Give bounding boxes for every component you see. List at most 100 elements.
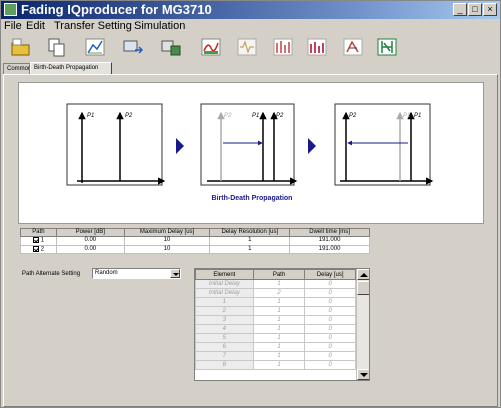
- path-icon[interactable]: [341, 36, 365, 58]
- path-cell[interactable]: 1: [252, 297, 306, 307]
- delay-cell[interactable]: 0: [304, 342, 356, 352]
- table-row[interactable]: 710: [195, 351, 356, 361]
- table-row[interactable]: 110: [195, 297, 356, 307]
- propagation-diagram: P1 P2 P2 P1 P2 P2 P1 P1 Birth-Death Prop…: [18, 82, 484, 224]
- open-folder-icon[interactable]: [9, 36, 33, 58]
- transfer-icon[interactable]: [121, 36, 145, 58]
- scroll-down-button[interactable]: [357, 369, 369, 380]
- element-cell[interactable]: Initial Delay: [195, 288, 254, 298]
- table-row[interactable]: 610: [195, 342, 356, 352]
- delay-cell[interactable]: 0: [304, 333, 356, 343]
- menu-edit[interactable]: Edit: [26, 19, 45, 33]
- menu-transfer-setting[interactable]: Transfer Setting: [54, 19, 132, 33]
- element-table-container: Element Path Delay [us] Initial Delay 1 0 I…: [194, 268, 370, 381]
- path-cell[interactable]: 1: [252, 351, 306, 361]
- path-table: Path Power [dB] Maximum Delay [us] Delay…: [20, 228, 370, 255]
- table-row[interactable]: 2 0.00 10 1 191.000: [20, 244, 370, 255]
- element-cell[interactable]: 1: [195, 297, 254, 307]
- propagation-diagram-graphic: P1 P2 P2 P1 P2 P2 P1 P1: [66, 103, 434, 186]
- p1-label: P1: [87, 113, 94, 119]
- table-row[interactable]: 410: [195, 324, 356, 334]
- table-row[interactable]: 310: [195, 315, 356, 325]
- path-alternate-label: Path Alternate Setting: [22, 271, 81, 277]
- path-cell[interactable]: 1: [252, 306, 306, 316]
- p1-label-panel2: P1: [252, 113, 259, 119]
- power-cell[interactable]: 0.00: [55, 236, 125, 246]
- col-max-delay: Maximum Delay [us]: [123, 228, 211, 237]
- chevron-down-icon[interactable]: [170, 269, 180, 278]
- col-power: Power [dB]: [55, 228, 125, 237]
- element-cell[interactable]: 8: [195, 360, 254, 370]
- element-cell[interactable]: 4: [195, 324, 254, 334]
- table-row[interactable]: 210: [195, 306, 356, 316]
- element-cell[interactable]: 7: [195, 351, 254, 361]
- title-bar[interactable]: Fading IQproducer for MG3710 _ □ ×: [1, 1, 500, 19]
- element-cell[interactable]: Initial Delay: [195, 279, 254, 289]
- table-row[interactable]: Initial Delay 1 0: [195, 279, 356, 289]
- path-cell[interactable]: 1: [252, 360, 306, 370]
- path-checkbox[interactable]: [32, 245, 39, 252]
- path-alternate-select[interactable]: Random: [92, 268, 181, 279]
- path-cell[interactable]: 2: [252, 288, 306, 298]
- menu-file[interactable]: File: [4, 19, 22, 33]
- table-row[interactable]: 810: [195, 360, 356, 370]
- delay-cell[interactable]: 0: [304, 279, 356, 289]
- delay-cell[interactable]: 0: [304, 315, 356, 325]
- path-cell[interactable]: 1: [252, 342, 306, 352]
- path-cell[interactable]: 1: [252, 315, 306, 325]
- table-row[interactable]: 1 0.00 10 1 191.000: [20, 236, 370, 246]
- resolution-cell[interactable]: 1: [209, 236, 291, 246]
- delay-cell[interactable]: 0: [304, 288, 356, 298]
- menu-bar: File Edit Transfer Setting Simulation: [1, 19, 500, 33]
- p1-label-panel3: P1: [414, 113, 421, 119]
- waveform-icon[interactable]: [235, 36, 259, 58]
- path-cell[interactable]: 1: [252, 324, 306, 334]
- col-delay: Delay [us]: [304, 269, 356, 280]
- path-cell[interactable]: 1: [20, 236, 57, 246]
- delay-cell[interactable]: 0: [304, 360, 356, 370]
- minimize-button[interactable]: _: [453, 3, 467, 16]
- path-checkbox[interactable]: [32, 237, 39, 243]
- graph-icon[interactable]: [199, 36, 223, 58]
- col-path: Path: [252, 269, 306, 280]
- bar-chart-icon[interactable]: [305, 36, 329, 58]
- maximize-button[interactable]: □: [468, 3, 482, 16]
- scroll-up-button[interactable]: [357, 269, 369, 280]
- fading-icon[interactable]: [375, 36, 399, 58]
- p2-label: P2: [125, 113, 133, 119]
- menu-simulation[interactable]: Simulation: [134, 19, 185, 33]
- settings-icon[interactable]: [159, 36, 183, 58]
- close-button[interactable]: ×: [483, 3, 497, 16]
- delay-cell[interactable]: 0: [304, 306, 356, 316]
- scroll-thumb[interactable]: [357, 281, 369, 295]
- diagram-caption: Birth-Death Propagation: [211, 195, 293, 202]
- element-cell[interactable]: 6: [195, 342, 254, 352]
- path-cell[interactable]: 1: [252, 333, 306, 343]
- chart-icon[interactable]: [83, 36, 107, 58]
- max-delay-cell[interactable]: 10: [123, 236, 211, 246]
- col-path: Path: [20, 228, 57, 237]
- path-cell[interactable]: 2: [20, 244, 57, 255]
- element-cell[interactable]: 2: [195, 306, 254, 316]
- element-cell[interactable]: 5: [195, 333, 254, 343]
- copy-icon[interactable]: [45, 36, 69, 58]
- table-row[interactable]: Initial Delay 2 0: [195, 288, 356, 298]
- dwell-cell[interactable]: 191.000: [289, 236, 370, 246]
- vertical-scrollbar[interactable]: [356, 269, 369, 380]
- step-arrow-1: [176, 138, 184, 154]
- col-element: Element: [195, 269, 254, 280]
- path-cell[interactable]: 1: [252, 279, 306, 289]
- spectrum-icon[interactable]: [271, 36, 295, 58]
- app-icon: [4, 3, 17, 16]
- max-delay-cell[interactable]: 10: [123, 244, 211, 255]
- element-cell[interactable]: 3: [195, 315, 254, 325]
- delay-cell[interactable]: 0: [304, 297, 356, 307]
- p2-faded-label: P2: [224, 113, 232, 119]
- delay-cell[interactable]: 0: [304, 351, 356, 361]
- resolution-cell[interactable]: 1: [209, 244, 291, 255]
- power-cell[interactable]: 0.00: [55, 244, 125, 255]
- tab-panel: P1 P2 P2 P1 P2 P2 P1 P1 Birth-Death Prop…: [3, 74, 498, 407]
- table-row[interactable]: 510: [195, 333, 356, 343]
- delay-cell[interactable]: 0: [304, 324, 356, 334]
- dwell-cell[interactable]: 191.000: [289, 244, 370, 255]
